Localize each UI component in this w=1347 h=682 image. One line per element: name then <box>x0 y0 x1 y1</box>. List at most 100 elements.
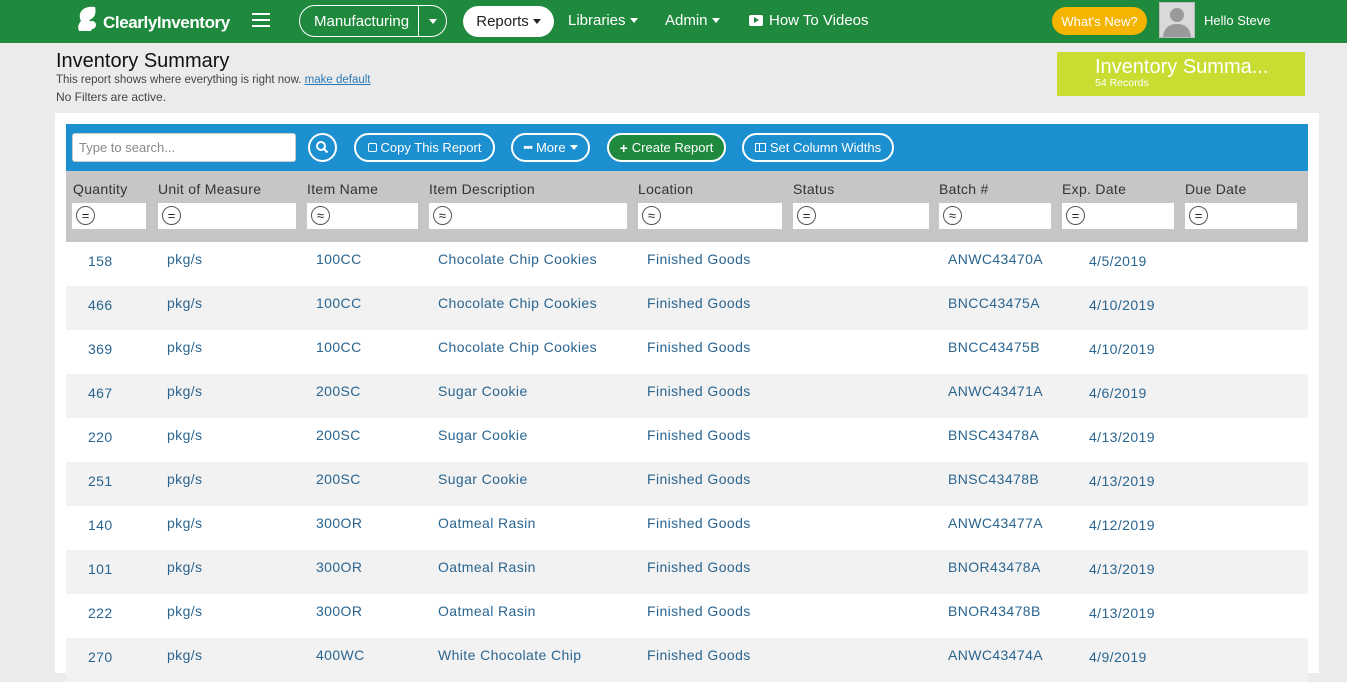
cell-item-description[interactable]: Oatmeal Rasin <box>438 603 536 619</box>
cell-exp-date[interactable]: 4/10/2019 <box>1089 297 1155 313</box>
column-header-batch[interactable]: Batch # <box>939 181 989 197</box>
filter-field-exp-date[interactable]: = <box>1062 203 1174 229</box>
column-header-item-description[interactable]: Item Description <box>429 181 535 197</box>
filter-field-batch[interactable]: ≈ <box>939 203 1051 229</box>
filter-field-due-date[interactable]: = <box>1185 203 1297 229</box>
cell-item-name[interactable]: 300OR <box>316 515 362 531</box>
approx-equals-icon[interactable]: ≈ <box>943 206 962 225</box>
column-header-location[interactable]: Location <box>638 181 693 197</box>
cell-exp-date[interactable]: 4/12/2019 <box>1089 517 1155 533</box>
cell-exp-date[interactable]: 4/6/2019 <box>1089 385 1147 401</box>
cell-batch[interactable]: ANWC43474A <box>948 647 1043 663</box>
cell-location[interactable]: Finished Goods <box>647 339 751 355</box>
filter-field-unit-of-measure[interactable]: = <box>158 203 296 229</box>
column-header-item-name[interactable]: Item Name <box>307 181 378 197</box>
equals-icon[interactable]: = <box>76 206 95 225</box>
equals-icon[interactable]: = <box>1066 206 1085 225</box>
cell-batch[interactable]: BNSC43478B <box>948 471 1039 487</box>
cell-unit-of-measure[interactable]: pkg/s <box>167 251 202 267</box>
cell-item-name[interactable]: 100CC <box>316 339 362 355</box>
cell-item-description[interactable]: Chocolate Chip Cookies <box>438 251 597 267</box>
cell-location[interactable]: Finished Goods <box>647 295 751 311</box>
cell-item-description[interactable]: Sugar Cookie <box>438 383 528 399</box>
cell-exp-date[interactable]: 4/10/2019 <box>1089 341 1155 357</box>
cell-location[interactable]: Finished Goods <box>647 251 751 267</box>
cell-batch[interactable]: ANWC43470A <box>948 251 1043 267</box>
column-header-exp-date[interactable]: Exp. Date <box>1062 181 1126 197</box>
cell-unit-of-measure[interactable]: pkg/s <box>167 383 202 399</box>
cell-item-description[interactable]: Oatmeal Rasin <box>438 515 536 531</box>
cell-quantity[interactable]: 220 <box>88 429 113 445</box>
search-button[interactable] <box>308 133 337 162</box>
cell-location[interactable]: Finished Goods <box>647 559 751 575</box>
cell-quantity[interactable]: 140 <box>88 517 113 533</box>
nav-admin[interactable]: Admin <box>665 12 720 29</box>
cell-quantity[interactable]: 466 <box>88 297 113 313</box>
cell-item-name[interactable]: 300OR <box>316 603 362 619</box>
cell-unit-of-measure[interactable]: pkg/s <box>167 647 202 663</box>
approx-equals-icon[interactable]: ≈ <box>433 206 452 225</box>
column-header-unit-of-measure[interactable]: Unit of Measure <box>158 181 261 197</box>
whats-new-button[interactable]: What's New? <box>1052 7 1147 35</box>
cell-quantity[interactable]: 270 <box>88 649 113 665</box>
cell-quantity[interactable]: 158 <box>88 253 113 269</box>
cell-exp-date[interactable]: 4/13/2019 <box>1089 473 1155 489</box>
cell-location[interactable]: Finished Goods <box>647 427 751 443</box>
cell-item-name[interactable]: 200SC <box>316 427 361 443</box>
cell-batch[interactable]: BNOR43478A <box>948 559 1041 575</box>
nav-how-to-videos[interactable]: How To Videos <box>749 12 869 29</box>
cell-quantity[interactable]: 467 <box>88 385 113 401</box>
cell-batch[interactable]: BNOR43478B <box>948 603 1041 619</box>
cell-item-description[interactable]: Chocolate Chip Cookies <box>438 339 597 355</box>
cell-item-name[interactable]: 200SC <box>316 383 361 399</box>
column-header-quantity[interactable]: Quantity <box>73 181 128 197</box>
nav-libraries[interactable]: Libraries <box>568 12 638 29</box>
cell-exp-date[interactable]: 4/5/2019 <box>1089 253 1147 269</box>
filter-field-item-name[interactable]: ≈ <box>307 203 418 229</box>
cell-batch[interactable]: ANWC43477A <box>948 515 1043 531</box>
more-dropdown-button[interactable]: ••• More <box>511 133 590 162</box>
search-input[interactable] <box>72 133 296 162</box>
cell-unit-of-measure[interactable]: pkg/s <box>167 471 202 487</box>
cell-item-description[interactable]: Sugar Cookie <box>438 427 528 443</box>
approx-equals-icon[interactable]: ≈ <box>642 206 661 225</box>
filter-field-item-description[interactable]: ≈ <box>429 203 627 229</box>
cell-exp-date[interactable]: 4/13/2019 <box>1089 561 1155 577</box>
equals-icon[interactable]: = <box>797 206 816 225</box>
cell-location[interactable]: Finished Goods <box>647 515 751 531</box>
cell-quantity[interactable]: 369 <box>88 341 113 357</box>
cell-exp-date[interactable]: 4/13/2019 <box>1089 605 1155 621</box>
approx-equals-icon[interactable]: ≈ <box>311 206 330 225</box>
filter-field-status[interactable]: = <box>793 203 929 229</box>
cell-unit-of-measure[interactable]: pkg/s <box>167 559 202 575</box>
cell-batch[interactable]: BNSC43478A <box>948 427 1039 443</box>
cell-item-name[interactable]: 100CC <box>316 251 362 267</box>
cell-quantity[interactable]: 222 <box>88 605 113 621</box>
cell-item-description[interactable]: Oatmeal Rasin <box>438 559 536 575</box>
nav-reports[interactable]: Reports <box>463 6 554 37</box>
cell-item-description[interactable]: Chocolate Chip Cookies <box>438 295 597 311</box>
filter-field-location[interactable]: ≈ <box>638 203 782 229</box>
cell-batch[interactable]: ANWC43471A <box>948 383 1043 399</box>
cell-item-description[interactable]: White Chocolate Chip <box>438 647 581 663</box>
column-header-due-date[interactable]: Due Date <box>1185 181 1247 197</box>
cell-location[interactable]: Finished Goods <box>647 647 751 663</box>
app-logo[interactable]: ClearlyInventory <box>73 3 230 37</box>
hamburger-menu-icon[interactable] <box>252 13 270 29</box>
cell-exp-date[interactable]: 4/13/2019 <box>1089 429 1155 445</box>
cell-item-name[interactable]: 400WC <box>316 647 365 663</box>
cell-item-description[interactable]: Sugar Cookie <box>438 471 528 487</box>
filter-field-quantity[interactable]: = <box>72 203 146 229</box>
column-header-status[interactable]: Status <box>793 181 835 197</box>
cell-location[interactable]: Finished Goods <box>647 471 751 487</box>
create-report-button[interactable]: + Create Report <box>607 133 726 162</box>
cell-location[interactable]: Finished Goods <box>647 603 751 619</box>
user-greeting[interactable]: Hello Steve <box>1204 13 1270 28</box>
set-column-widths-button[interactable]: Set Column Widths <box>742 133 894 162</box>
cell-location[interactable]: Finished Goods <box>647 383 751 399</box>
avatar[interactable] <box>1159 2 1195 38</box>
cell-unit-of-measure[interactable]: pkg/s <box>167 603 202 619</box>
cell-quantity[interactable]: 101 <box>88 561 113 577</box>
cell-unit-of-measure[interactable]: pkg/s <box>167 427 202 443</box>
cell-batch[interactable]: BNCC43475B <box>948 339 1040 355</box>
